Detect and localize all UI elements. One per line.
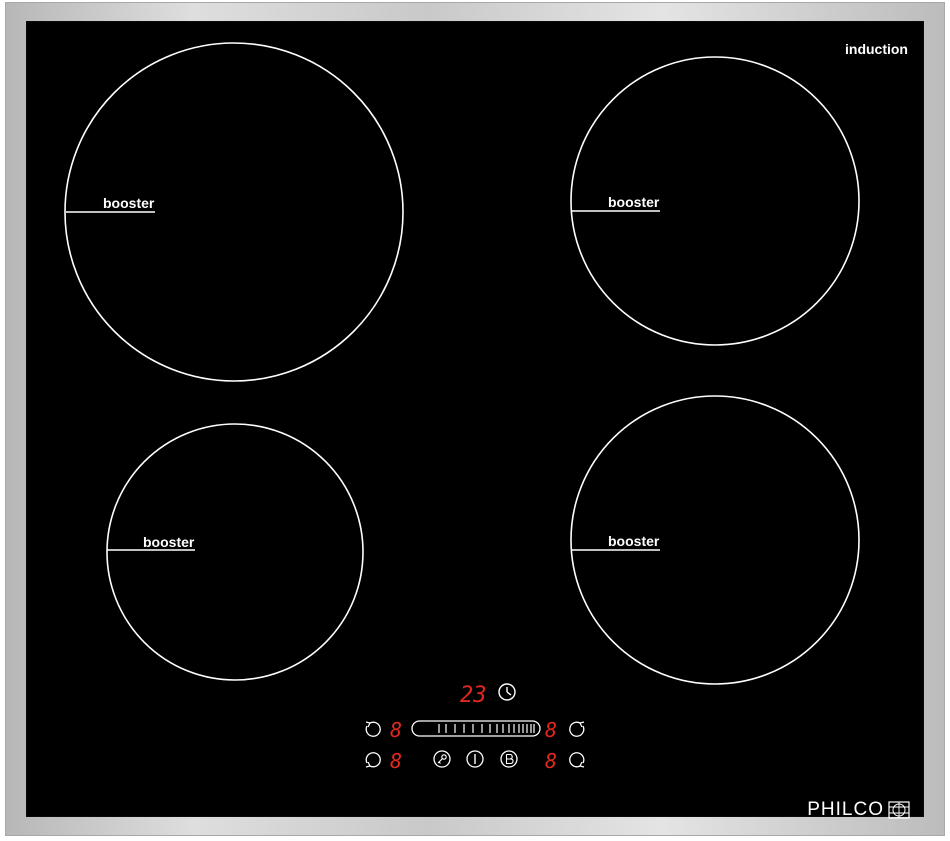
zone-select-icon[interactable] — [569, 752, 585, 768]
logo-text: PHILCO — [807, 799, 884, 820]
cooking-zone-front-left[interactable]: booster — [106, 423, 364, 681]
cooktop-graphics: booster booster booster booster 23 8 8 8… — [64, 42, 860, 773]
zone-label: booster — [608, 533, 660, 549]
zone-select-icon[interactable] — [569, 721, 585, 737]
zone-select-icon[interactable] — [365, 721, 381, 737]
philco-logo: PHILCO — [807, 799, 910, 821]
zone-level-display: 8 — [390, 718, 402, 742]
clock-icon[interactable] — [498, 683, 516, 701]
zone-label: booster — [103, 195, 155, 211]
booster-b-icon[interactable] — [500, 750, 518, 768]
cooking-zone-front-right[interactable]: booster — [570, 395, 860, 685]
zone-level-display: 8 — [545, 749, 557, 773]
zone-level-display: 8 — [545, 718, 557, 742]
zone-select-icon[interactable] — [365, 752, 381, 768]
zone-label: booster — [608, 194, 660, 210]
globe-logo-icon — [888, 801, 910, 819]
cooking-zone-rear-right[interactable]: booster — [570, 56, 860, 346]
power-icon[interactable] — [466, 750, 484, 768]
zone-level-display: 8 — [390, 749, 402, 773]
lock-key-icon[interactable] — [433, 750, 451, 768]
zone-label: booster — [143, 534, 195, 550]
slider-control[interactable] — [411, 720, 541, 737]
cooking-zone-rear-left[interactable]: booster — [64, 42, 404, 382]
timer-display: 23 — [460, 683, 487, 708]
